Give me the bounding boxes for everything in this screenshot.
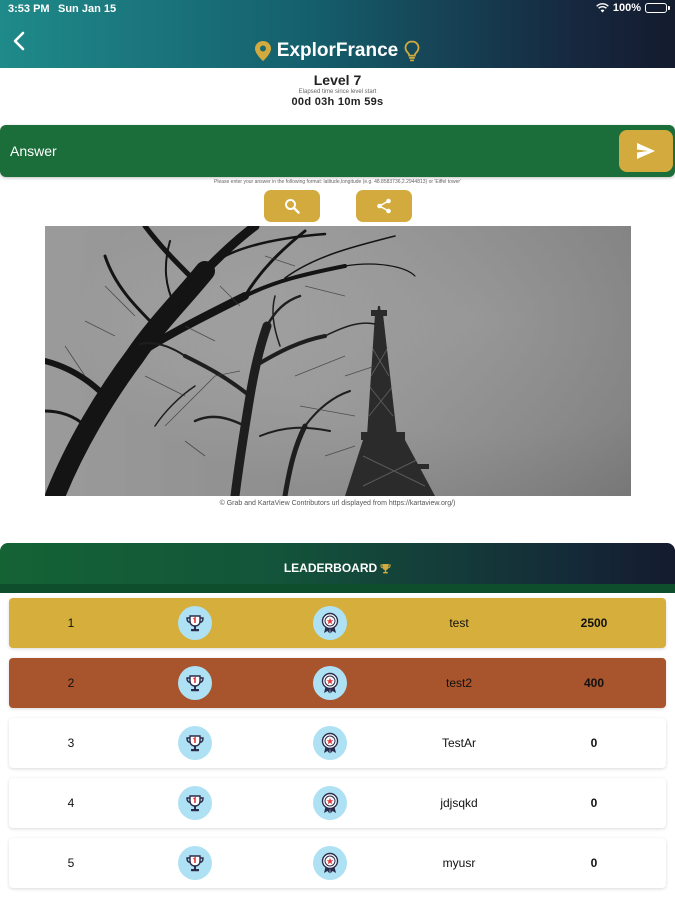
trophy-badge-icon [178, 846, 212, 880]
trophy-badge-icon [178, 726, 212, 760]
medal-badge-icon [313, 666, 347, 700]
leaderboard-score: 400 [583, 676, 605, 690]
trophy-icon [380, 563, 391, 573]
leaderboard-score: 0 [590, 736, 598, 750]
photo-credit: © Grab and KartaView Contributors url di… [219, 500, 456, 507]
elapsed-timer: 00d 03h 10m 59s [291, 96, 384, 108]
leaderboard-rank: 4 [67, 796, 75, 810]
app-title-row: ExplorFrance [0, 40, 675, 62]
leaderboard-username: test [449, 616, 469, 630]
send-icon [637, 143, 655, 159]
level-title: Level 7 [313, 72, 362, 88]
share-icon [377, 198, 391, 214]
elapsed-label: Elapsed time since level start [298, 89, 377, 95]
app-title: ExplorFrance [276, 40, 399, 61]
leaderboard-list: 1 test 2500 2 test2 400 3 TestAr 0 4 jdj… [9, 598, 666, 898]
leaderboard-score: 2500 [580, 616, 608, 630]
battery-percent: 100% [612, 2, 641, 14]
answer-bar [0, 125, 675, 177]
answer-input[interactable] [10, 133, 610, 169]
send-button[interactable] [619, 130, 673, 172]
medal-badge-icon [313, 606, 347, 640]
leaderboard-title-row: LEADERBOARD [0, 561, 675, 575]
medal-badge-icon [313, 726, 347, 760]
medal-badge-icon [313, 786, 347, 820]
wifi-icon [596, 3, 609, 13]
leaderboard-row: 4 jdjsqkd 0 [9, 778, 666, 828]
leaderboard-row: 3 TestAr 0 [9, 718, 666, 768]
leaderboard-rank: 2 [67, 676, 75, 690]
share-button[interactable] [356, 190, 412, 222]
leaderboard-rank: 5 [67, 856, 75, 870]
leaderboard-username: test2 [445, 676, 472, 690]
search-button[interactable] [264, 190, 320, 222]
leaderboard-row: 2 test2 400 [9, 658, 666, 708]
status-right: 100% [596, 2, 670, 14]
leaderboard-rank: 3 [67, 736, 75, 750]
leaderboard-score: 0 [590, 856, 598, 870]
leaderboard-rank: 1 [67, 616, 75, 630]
level-photo [45, 226, 631, 496]
app-header: 3:53 PM Sun Jan 15 100% ExplorFrance [0, 0, 675, 68]
medal-badge-icon [313, 846, 347, 880]
trophy-badge-icon [178, 786, 212, 820]
leaderboard-username: myusr [442, 856, 476, 870]
eiffel-tower-photo [45, 226, 631, 496]
leaderboard-title: LEADERBOARD [283, 561, 378, 575]
leaderboard-row: 5 myusr 0 [9, 838, 666, 888]
status-bar: 3:53 PM Sun Jan 15 100% [0, 0, 675, 18]
map-pin-icon [254, 41, 271, 61]
battery-icon [645, 3, 670, 13]
status-time: 3:53 PM [8, 3, 50, 15]
leaderboard-username: jdjsqkd [440, 796, 478, 810]
search-icon [285, 199, 300, 214]
answer-format-hint: Please enter your answer in the followin… [214, 179, 461, 185]
leaderboard-header: LEADERBOARD [0, 543, 675, 593]
status-date: Sun Jan 15 [58, 3, 117, 15]
leaderboard-score: 0 [590, 796, 598, 810]
level-info: Level 7 Elapsed time since level start 0… [0, 70, 675, 108]
leaderboard-username: TestAr [441, 736, 476, 750]
lightbulb-icon[interactable] [404, 40, 420, 62]
leaderboard-row: 1 test 2500 [9, 598, 666, 648]
trophy-badge-icon [178, 666, 212, 700]
trophy-badge-icon [178, 606, 212, 640]
